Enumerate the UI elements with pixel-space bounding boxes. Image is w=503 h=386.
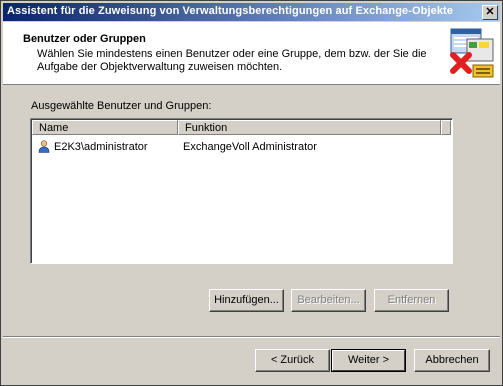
wizard-objects-icon [450,28,494,78]
column-header-function[interactable]: Funktion [178,120,441,135]
column-header-filler [441,120,451,135]
wizard-header: Benutzer oder Gruppen Wählen Sie mindest… [3,22,500,85]
close-icon: ✕ [485,6,495,18]
remove-button[interactable]: Entfernen [374,289,449,312]
footer-separator [3,336,500,338]
selected-users-label: Ausgewählte Benutzer und Gruppen: [31,100,212,112]
row-function: ExchangeVoll Administrator [183,141,317,153]
cancel-button[interactable]: Abbrechen [414,349,490,372]
user-icon [38,140,50,153]
window-title: Assistent für die Zuweisung von Verwaltu… [7,5,454,17]
column-header-name[interactable]: Name [32,120,178,135]
page-title: Benutzer oder Gruppen [23,33,146,45]
page-description: Wählen Sie mindestens einen Benutzer ode… [37,48,427,73]
next-button[interactable]: Weiter > [331,349,406,372]
wizard-window: Assistent für die Zuweisung von Verwaltu… [0,0,503,386]
close-button[interactable]: ✕ [482,5,498,20]
back-button[interactable]: < Zurück [255,349,330,372]
users-groups-list[interactable]: Name Funktion E2K3\administrator Exchang… [30,118,453,264]
add-button[interactable]: Hinzufügen... [209,289,284,312]
list-item[interactable]: E2K3\administrator ExchangeVoll Administ… [32,138,452,155]
row-name: E2K3\administrator [54,141,148,153]
edit-button[interactable]: Bearbeiten... [291,289,366,312]
title-bar[interactable]: Assistent für die Zuweisung von Verwaltu… [3,3,500,21]
